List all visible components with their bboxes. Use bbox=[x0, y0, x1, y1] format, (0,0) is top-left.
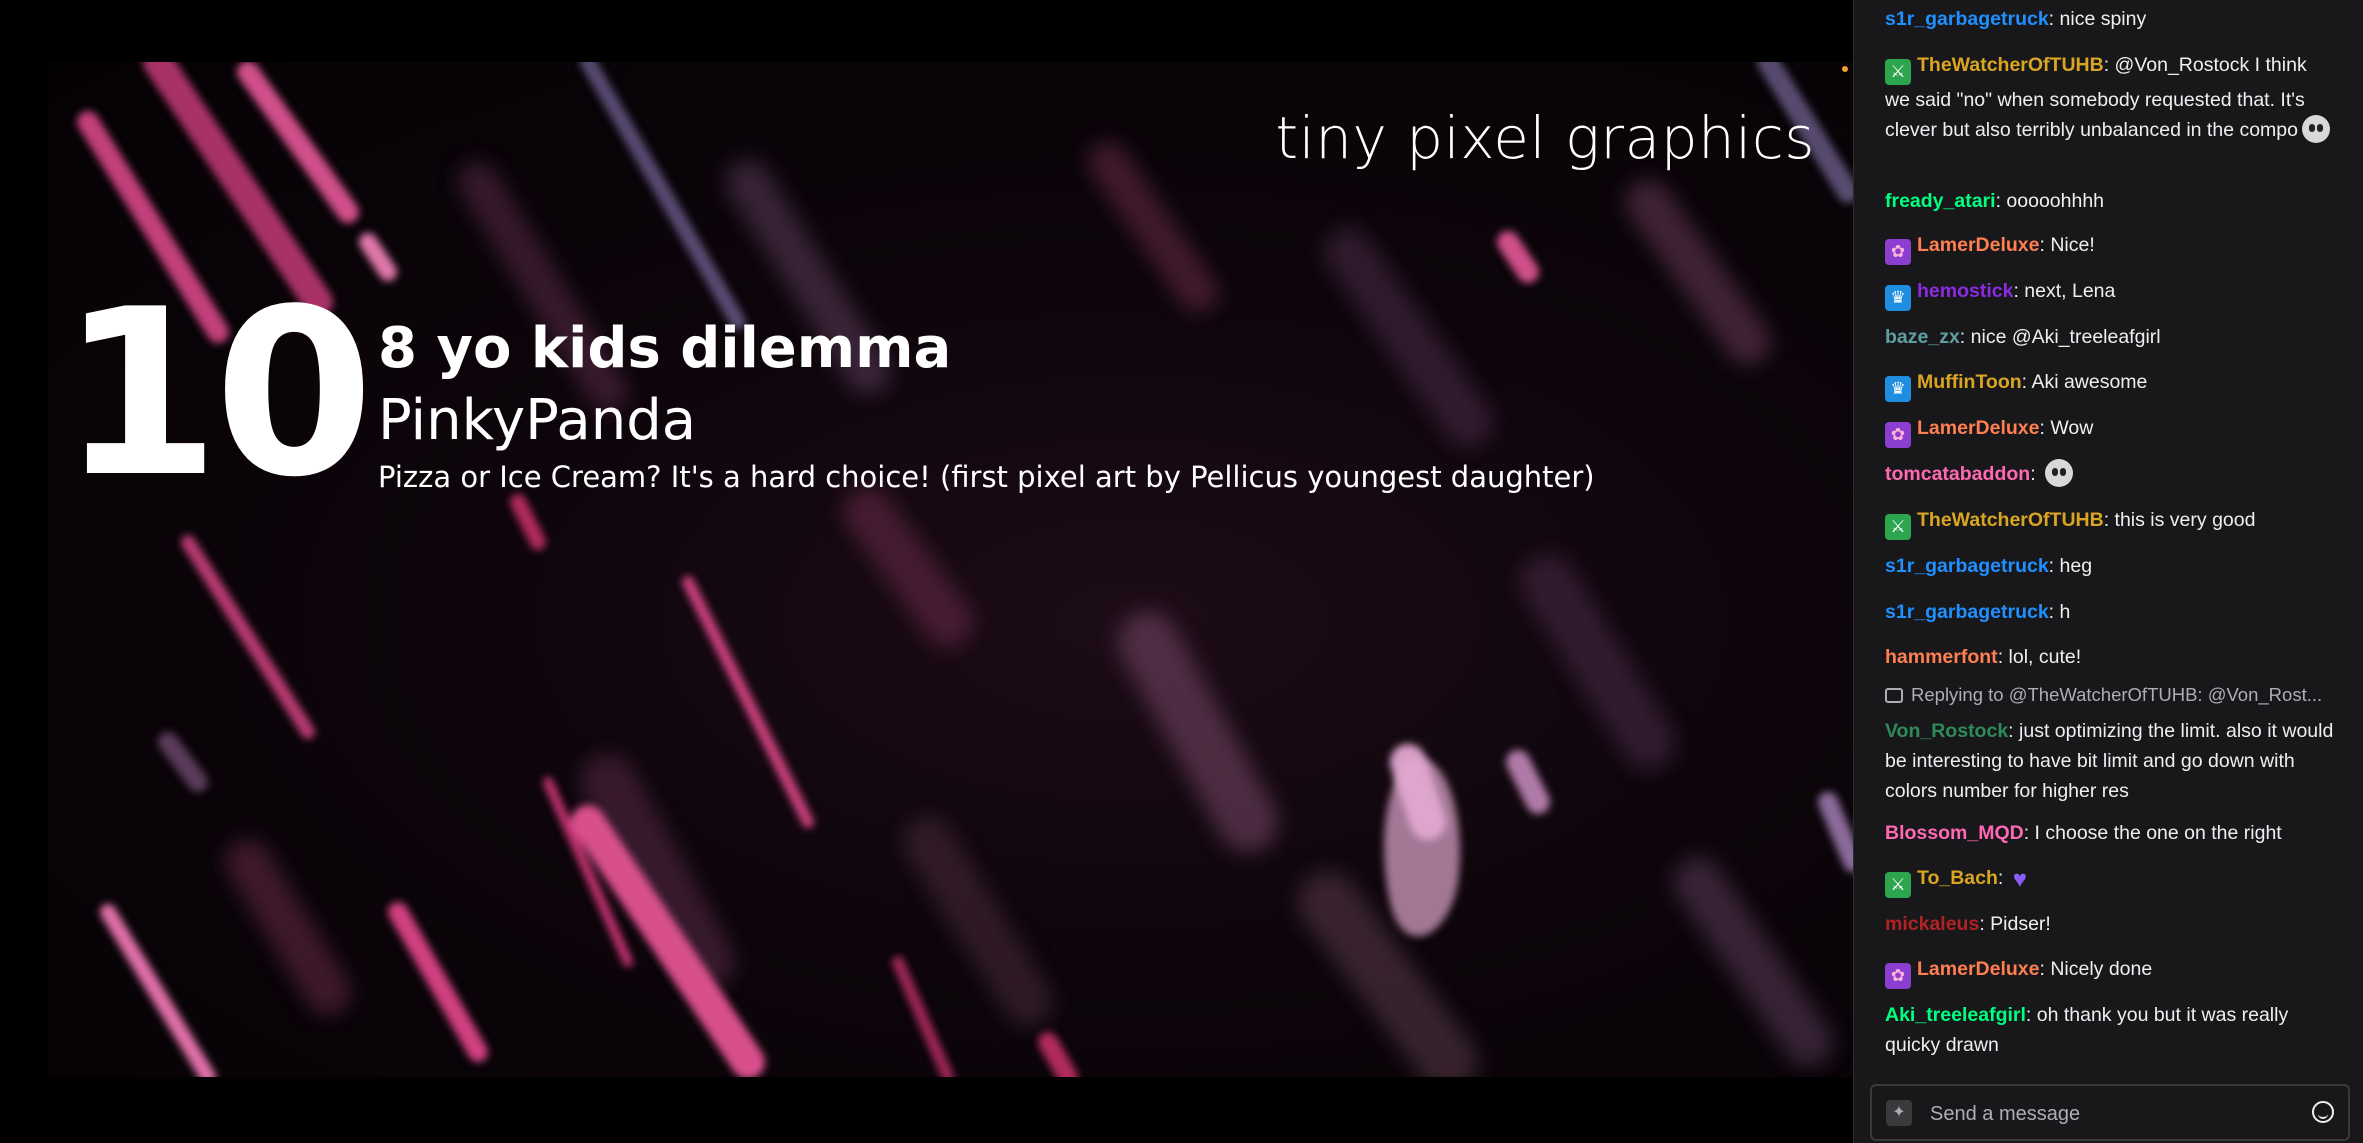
chat-separator: : bbox=[1997, 646, 2009, 668]
chat-separator: : bbox=[2048, 601, 2060, 623]
chat-message: ♛ MuffinToon: Aki awesome bbox=[1885, 367, 2335, 402]
sword-badge-icon[interactable]: ⚔ bbox=[1885, 59, 1911, 85]
sparkle-icon[interactable]: ✦ bbox=[1886, 1100, 1912, 1126]
chat-separator: : bbox=[2039, 417, 2051, 439]
chat-separator: : bbox=[2008, 720, 2020, 742]
chat-message-text: nice @Aki_treeleafgirl bbox=[1970, 326, 2161, 348]
chat-message: ⚔ TheWatcherOfTUHB: this is very good bbox=[1885, 505, 2335, 540]
chat-message: ✿ LamerDeluxe: Wow bbox=[1885, 413, 2335, 448]
chat-username[interactable]: MuffinToon bbox=[1917, 371, 2022, 393]
chat-message: Aki_treeleafgirl: oh thank you but it wa… bbox=[1885, 1000, 2335, 1060]
chat-username[interactable]: hammerfont bbox=[1885, 646, 1998, 668]
chat-username[interactable]: s1r_garbagetruck bbox=[1885, 8, 2049, 30]
video-background-streaks bbox=[77, 62, 1853, 1077]
chat-message: baze_zx: nice @Aki_treeleafgirl bbox=[1885, 322, 2335, 352]
chat-username[interactable]: TheWatcherOfTUHB bbox=[1917, 54, 2104, 76]
stream-player-area: tiny pixel graphics 10 8 yo kids dilemma… bbox=[0, 0, 1853, 1143]
chat-message-text: Wow bbox=[2050, 417, 2094, 439]
chat-message: ⚔ To_Bach: ♥ bbox=[1885, 863, 2335, 898]
chat-message-text: I choose the one on the right bbox=[2034, 822, 2282, 844]
chat-message-text: ooooohhhh bbox=[2006, 190, 2105, 212]
chat-separator: : bbox=[2025, 1004, 2037, 1026]
heart-emote-icon[interactable]: ♥ bbox=[2013, 866, 2027, 893]
chat-message: mickaleus: Pidser! bbox=[1885, 909, 2335, 939]
chat-message-text: Nicely done bbox=[2050, 958, 2153, 980]
reply-icon bbox=[1885, 688, 1903, 703]
chat-message-text: nice spiny bbox=[2059, 8, 2147, 30]
chat-separator: : bbox=[1979, 913, 1991, 935]
entry-title: 8 yo kids dilemma bbox=[378, 316, 952, 381]
chat-message: Blossom_MQD: I choose the one on the rig… bbox=[1885, 818, 2335, 848]
chat-message: s1r_garbagetruck: h bbox=[1885, 597, 2335, 627]
chat-separator: : bbox=[2039, 234, 2051, 256]
live-dot-icon bbox=[1842, 66, 1848, 72]
chat-message-text: next, Lena bbox=[2024, 280, 2116, 302]
chat-message-text: Pidser! bbox=[1990, 913, 2051, 935]
chat-username[interactable]: Aki_treeleafgirl bbox=[1885, 1004, 2026, 1026]
flower-badge-icon[interactable]: ✿ bbox=[1885, 422, 1911, 448]
chat-username[interactable]: LamerDeluxe bbox=[1917, 417, 2039, 439]
chat-separator: : bbox=[2048, 8, 2060, 30]
chat-separator: : bbox=[2048, 555, 2060, 577]
chat-message-text: lol, cute! bbox=[2008, 646, 2082, 668]
chat-username[interactable]: s1r_garbagetruck bbox=[1885, 555, 2049, 577]
sword-badge-icon[interactable]: ⚔ bbox=[1885, 872, 1911, 898]
chat-username[interactable]: hemostick bbox=[1917, 280, 2013, 302]
chat-message: ✿ LamerDeluxe: Nice! bbox=[1885, 230, 2335, 265]
chat-separator: : bbox=[2103, 509, 2115, 531]
chat-separator: : bbox=[2030, 463, 2042, 485]
chat-separator: : bbox=[1959, 326, 1971, 348]
chat-message: Von_Rostock: just optimizing the limit. … bbox=[1885, 716, 2335, 806]
chat-username[interactable]: mickaleus bbox=[1885, 913, 1979, 935]
entry-number: 10 bbox=[60, 261, 374, 528]
chat-input-box: ✦ bbox=[1870, 1084, 2350, 1141]
chat-panel: s1r_garbagetruck: nice spiny ⚔ TheWatcherO… bbox=[1853, 0, 2363, 1143]
chat-separator: : bbox=[2039, 958, 2051, 980]
chat-username[interactable]: TheWatcherOfTUHB bbox=[1917, 509, 2104, 531]
chat-separator: : bbox=[2103, 54, 2115, 76]
chat-username[interactable]: fready_atari bbox=[1885, 190, 1996, 212]
chat-message: tomcatabaddon: bbox=[1885, 459, 2335, 489]
chat-username[interactable]: tomcatabaddon bbox=[1885, 463, 2030, 485]
reply-context[interactable]: Replying to @TheWatcherOfTUHB: @Von_Rost… bbox=[1885, 684, 2335, 706]
entry-description: Pizza or Ice Cream? It's a hard choice! … bbox=[378, 460, 1595, 494]
video-player[interactable]: tiny pixel graphics 10 8 yo kids dilemma… bbox=[48, 62, 1853, 1077]
chat-message: ⚔ TheWatcherOfTUHB: @Von_Rostock I think … bbox=[1885, 50, 2335, 145]
chat-message: s1r_garbagetruck: nice spiny bbox=[1885, 4, 2335, 34]
chat-message-text: h bbox=[2059, 601, 2071, 623]
chat-username[interactable]: LamerDeluxe bbox=[1917, 234, 2039, 256]
chat-message-text: heg bbox=[2059, 555, 2093, 577]
chat-message: hammerfont: lol, cute! bbox=[1885, 642, 2335, 672]
chat-username[interactable]: Von_Rostock bbox=[1885, 720, 2008, 742]
chat-username[interactable]: To_Bach bbox=[1917, 867, 1998, 889]
chat-message-text: Nice! bbox=[2050, 234, 2095, 256]
chat-username[interactable]: s1r_garbagetruck bbox=[1885, 601, 2049, 623]
entry-author: PinkyPanda bbox=[378, 388, 697, 453]
chat-username[interactable]: LamerDeluxe bbox=[1917, 958, 2039, 980]
chat-username[interactable]: baze_zx bbox=[1885, 326, 1960, 348]
flower-badge-icon[interactable]: ✿ bbox=[1885, 239, 1911, 265]
chat-separator: : bbox=[1995, 190, 2007, 212]
overlay-title: tiny pixel graphics bbox=[1275, 104, 1815, 172]
chat-separator: : bbox=[2021, 371, 2032, 393]
chat-message: ✿ LamerDeluxe: Nicely done bbox=[1885, 954, 2335, 989]
chat-username[interactable]: Blossom_MQD bbox=[1885, 822, 2024, 844]
chat-message: ♛ hemostick: next, Lena bbox=[1885, 276, 2335, 311]
chat-message: s1r_garbagetruck: heg bbox=[1885, 551, 2335, 581]
flower-badge-icon[interactable]: ✿ bbox=[1885, 963, 1911, 989]
chat-message-text: this is very good bbox=[2114, 509, 2256, 531]
chat-message: fready_atari: ooooohhhh bbox=[1885, 186, 2335, 216]
crown-badge-icon[interactable]: ♛ bbox=[1885, 285, 1911, 311]
crown-badge-icon[interactable]: ♛ bbox=[1885, 376, 1911, 402]
chat-separator: : bbox=[2023, 822, 2035, 844]
skull-emote-icon[interactable] bbox=[2302, 115, 2330, 143]
chat-message-text: Aki awesome bbox=[2031, 371, 2148, 393]
skull-emote-icon[interactable] bbox=[2045, 459, 2074, 487]
sword-badge-icon[interactable]: ⚔ bbox=[1885, 514, 1911, 540]
chat-input[interactable] bbox=[1928, 1096, 2292, 1132]
emote-picker-icon[interactable] bbox=[2312, 1101, 2334, 1123]
chat-separator: : bbox=[1997, 867, 2009, 889]
chat-separator: : bbox=[2013, 280, 2025, 302]
reply-text: Replying to @TheWatcherOfTUHB: @Von_Rost… bbox=[1911, 684, 2323, 705]
